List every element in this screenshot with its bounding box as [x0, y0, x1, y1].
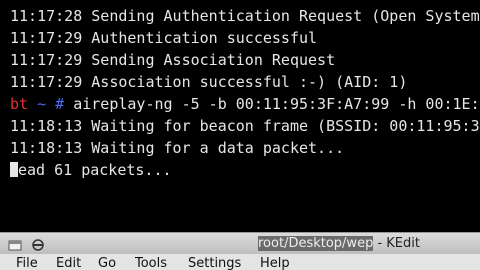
- terminal-bottom: [0, 222, 480, 232]
- prompt-dir: ~ #: [28, 95, 65, 113]
- log-line: 11:17:29 Association successful :-) (AID…: [10, 73, 408, 91]
- terminal-window[interactable]: 11:17:28 Sending Authentication Request …: [0, 0, 480, 232]
- menu-tools[interactable]: Tools: [135, 256, 167, 270]
- log-line: 11:17:29 Authentication successful: [10, 29, 318, 47]
- log-line: 11:18:13 Waiting for beacon frame (BSSID…: [10, 117, 480, 135]
- log-line: 11:18:13 Waiting for a data packet...: [10, 139, 345, 157]
- window-titlebar[interactable]: root/Desktop/wep - KEdit: [0, 232, 480, 255]
- window-menu-icon[interactable]: [8, 237, 22, 251]
- menu-bar: File Edit Go Tools Settings Help: [0, 254, 480, 270]
- command-line: bt ~ # aireplay-ng -5 -b 00:11:95:3F:A7:…: [10, 93, 480, 115]
- log-line: 11:17:28 Sending Authentication Request …: [10, 7, 480, 25]
- log-line: ead 61 packets...: [10, 159, 172, 181]
- menu-edit[interactable]: Edit: [56, 256, 81, 270]
- menu-settings[interactable]: Settings: [188, 256, 241, 270]
- sticky-icon[interactable]: [30, 237, 44, 251]
- menu-go[interactable]: Go: [98, 256, 116, 270]
- prompt-host: bt: [10, 95, 29, 113]
- text-cursor: [10, 162, 18, 177]
- command-text: aireplay-ng -5 -b 00:11:95:3F:A7:99 -h 0…: [64, 95, 480, 113]
- menu-file[interactable]: File: [16, 256, 38, 270]
- menu-help[interactable]: Help: [260, 256, 290, 270]
- log-line: 11:17:29 Sending Association Request: [10, 51, 336, 69]
- window-title: root/Desktop/wep - KEdit: [258, 236, 420, 251]
